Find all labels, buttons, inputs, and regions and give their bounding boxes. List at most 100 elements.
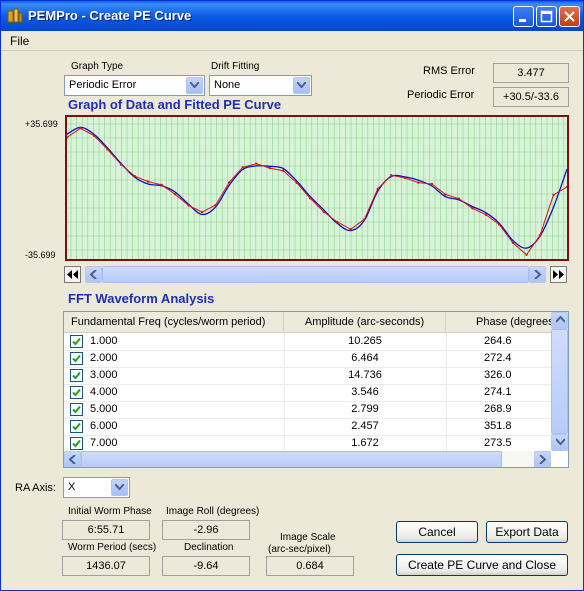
table-row[interactable]: 5.000 2.799 268.9 [64,401,551,419]
rms-error-value: 3.477 [493,63,569,83]
close-button[interactable] [559,6,580,27]
export-data-button[interactable]: Export Data [486,521,568,543]
data-point [200,210,204,214]
image-roll-label: Image Roll (degrees) [166,506,260,517]
dropdown-arrow-icon[interactable] [293,77,310,94]
maximize-button[interactable] [536,6,557,27]
data-point [363,218,366,221]
pe-graph[interactable] [65,115,569,261]
scroll-left-button[interactable] [85,266,102,283]
column-divider [446,350,447,367]
declination-label: Declination [184,542,234,553]
scroll-left-button[interactable] [64,451,81,467]
data-point [92,134,96,137]
drift-fitting-label: Drift Fitting [211,61,260,72]
freq-cell: 3.000 [90,369,118,381]
row-checkbox[interactable] [70,437,83,450]
checkmark-icon [72,388,81,397]
scroll-thumb[interactable] [81,451,502,467]
close-icon [564,11,575,22]
checkmark-icon [72,371,81,380]
y-max-label: +35.699 [25,119,58,129]
data-point [228,181,231,184]
window-title: PEMPro - Create PE Curve [28,8,192,23]
scroll-down-button[interactable] [551,434,568,451]
checkmark-icon [72,439,81,448]
minimize-button[interactable] [513,6,534,27]
column-divider [284,333,285,350]
scroll-right-button[interactable] [529,266,546,283]
menu-file[interactable]: File [10,34,29,48]
scroll-thumb[interactable] [102,266,529,283]
data-point [417,181,420,184]
fft-horizontal-scrollbar[interactable] [64,451,551,467]
freq-cell: 7.000 [90,437,118,449]
amplitude-cell: 14.736 [348,369,382,381]
data-point [430,182,434,186]
data-point [322,210,325,214]
cancel-button[interactable]: Cancel [396,521,478,543]
table-row[interactable]: 3.000 14.736 326.0 [64,367,551,385]
row-checkbox[interactable] [70,403,83,416]
row-checkbox[interactable] [70,386,83,399]
chevron-left-icon [90,270,97,279]
col-header-freq[interactable]: Fundamental Freq (cycles/worm period) [64,312,284,332]
worm-period-label: Worm Period (secs) [68,542,157,553]
graph-first-button[interactable] [64,266,81,283]
phase-cell: 351.8 [484,420,512,432]
scroll-thumb[interactable] [551,329,568,434]
table-row[interactable]: 1.000 10.265 264.6 [64,333,551,351]
table-row[interactable]: 6.000 2.457 351.8 [64,418,551,436]
checkmark-icon [72,405,81,414]
fft-title: FFT Waveform Analysis [68,291,215,306]
data-point [309,197,312,200]
data-point [498,223,501,226]
create-pe-curve-button[interactable]: Create PE Curve and Close [396,554,568,576]
ra-axis-select[interactable]: X [63,477,130,498]
col-header-amplitude[interactable]: Amplitude (arc-seconds) [284,312,446,332]
table-row[interactable]: 2.000 6.464 272.4 [64,350,551,368]
row-checkbox[interactable] [70,352,83,365]
graph-last-button[interactable] [550,266,567,283]
amplitude-cell: 3.546 [351,386,379,398]
data-point [295,181,298,184]
title-bar: PEMPro - Create PE Curve [1,1,583,31]
rms-error-label: RMS Error [423,65,475,77]
graph-type-select[interactable]: Periodic Error [64,75,205,96]
drift-fitting-select[interactable]: None [209,75,312,96]
data-point [133,174,136,178]
amplitude-cell: 10.265 [348,335,382,347]
data-point [79,127,82,130]
fft-table-header: Fundamental Freq (cycles/worm period) Am… [64,312,568,333]
row-checkbox[interactable] [70,335,83,348]
row-checkbox[interactable] [70,420,83,433]
graph-scrollbar[interactable] [85,266,546,283]
data-point [444,193,447,196]
freq-cell: 6.000 [90,420,118,432]
table-row[interactable]: 4.000 3.546 274.1 [64,384,551,402]
row-checkbox[interactable] [70,369,83,382]
declination-value: -9.64 [162,556,250,576]
dropdown-arrow-icon[interactable] [186,77,203,94]
freq-cell: 4.000 [90,386,118,398]
data-point [484,213,488,216]
drift-fitting-value: None [214,79,241,91]
ra-axis-value: X [68,481,76,493]
rewind-icon [67,270,78,279]
worm-period-value: 1436.07 [62,556,150,576]
column-divider [446,401,447,418]
data-point [336,220,339,224]
image-scale-label: Image Scale [280,532,336,543]
fast-forward-icon [553,270,564,279]
scroll-up-button[interactable] [551,312,568,329]
phase-cell: 273.5 [484,437,512,449]
pe-graph-svg [65,117,569,259]
column-divider [446,367,447,384]
freq-cell: 2.000 [90,352,118,364]
phase-cell: 264.6 [484,335,512,347]
dropdown-arrow-icon[interactable] [111,479,128,496]
fft-vertical-scrollbar[interactable] [551,312,568,451]
scroll-right-button[interactable] [534,451,551,467]
fft-table[interactable]: Fundamental Freq (cycles/worm period) Am… [63,311,569,468]
chevron-right-icon [534,270,542,279]
